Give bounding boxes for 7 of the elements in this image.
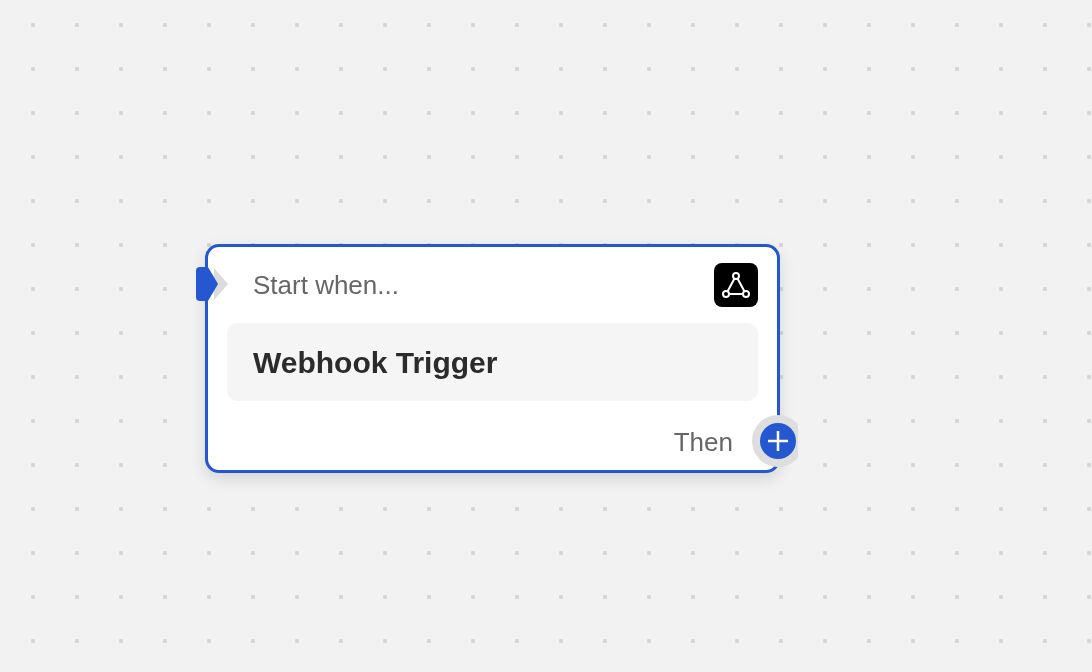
webhook-icon	[714, 263, 758, 307]
node-header: Start when...	[253, 268, 399, 302]
input-handle[interactable]	[196, 266, 230, 302]
then-label: Then	[673, 426, 733, 459]
trigger-node[interactable]: Start when... Webhook Trigger Then	[205, 244, 780, 473]
add-step-button[interactable]	[752, 415, 798, 469]
trigger-title: Webhook Trigger	[253, 344, 498, 381]
